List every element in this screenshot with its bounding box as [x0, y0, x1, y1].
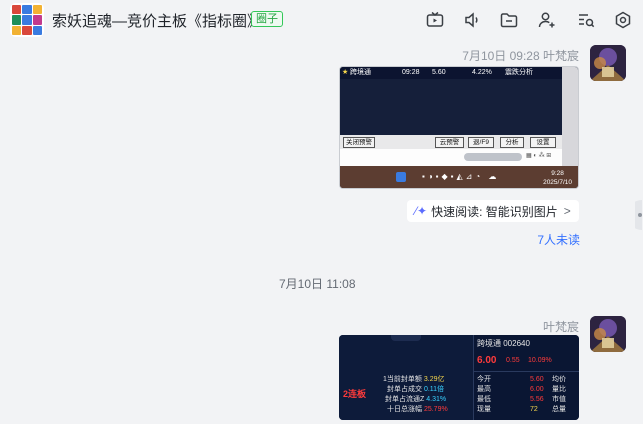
quote-right-label: 均价: [552, 376, 566, 383]
stock-title: 跨境通 002640: [477, 339, 530, 348]
quote-value: 5.56: [530, 396, 544, 403]
screenshot-blank-area: ▦ ◐ ⁂ ⊞: [340, 149, 564, 166]
speaker-icon[interactable]: [460, 8, 484, 32]
quote-label: 现量: [477, 406, 491, 413]
search-list-icon[interactable]: [574, 8, 598, 32]
cloud-alert-button: 云预警: [435, 137, 464, 148]
live-tv-icon[interactable]: [423, 8, 447, 32]
stock-name: 跨境通: [350, 69, 371, 76]
quote-value: 6.00: [530, 386, 544, 393]
close-alert-button: 关闭预警: [343, 137, 375, 148]
group-avatar[interactable]: [10, 3, 44, 37]
stock-change-pct: 10.09%: [528, 357, 552, 364]
quick-read-label: 快速阅读: 智能识别图片: [431, 204, 558, 219]
alert-button-bar: 关闭预警 云预警 退/F9 分析 设置: [340, 135, 564, 149]
folder-icon[interactable]: [497, 8, 521, 32]
stat-row: 封单占成交 0.11倍: [387, 386, 445, 393]
circle-tag: 圈子: [251, 11, 283, 27]
screenshot-top-row: ★ 跨境通 09:28 5.60 4.22% 震跌分析: [340, 67, 578, 79]
stat-row: 1当前封单额 3.29亿: [383, 376, 445, 383]
quote-value: 5.60: [530, 376, 544, 383]
quote-right-label: 量比: [552, 386, 566, 393]
sender-avatar[interactable]: [590, 45, 626, 81]
chat-title[interactable]: 索妖追魂—竞价主板《指标圈》: [52, 10, 262, 31]
stock-quote-panel: 跨境通 002640 6.00 0.55 10.09% 今开 5.60 均价 最…: [473, 335, 579, 420]
screenshot-side-panel: [562, 67, 578, 166]
alert-icon: ★: [342, 69, 349, 76]
quote-label: 最高: [477, 386, 491, 393]
quote-label: 今开: [477, 376, 491, 383]
screenshot-taskbar: ▪◑▪◆▪◭⊿◔ ☁ 9:28 2025/7/10: [340, 166, 578, 188]
quote-right-label: 市值: [552, 396, 566, 403]
analyze-button: 分析: [500, 137, 524, 148]
quote-label: 最低: [477, 396, 491, 403]
limit-up-stats-panel: 2连板 1当前封单额 3.29亿 封单占成交 0.11倍 封单占流通Z 4.31…: [339, 335, 473, 420]
screenshot-image-2[interactable]: 2连板 1当前封单额 3.29亿 封单占成交 0.11倍 封单占流通Z 4.31…: [339, 335, 579, 420]
alert-time: 09:28: [402, 69, 420, 76]
panel-tab: [391, 335, 421, 341]
quote-right-label: 总量: [552, 406, 566, 413]
stock-change: 0.55: [506, 357, 520, 364]
divider-timestamp: 7月10日 11:08: [279, 277, 356, 291]
alert-price: 5.60: [432, 69, 446, 76]
screenshot-image-1[interactable]: ★ 跨境通 09:28 5.60 4.22% 震跌分析 关闭预警 云预警 退/F…: [339, 66, 579, 189]
quote-value: 72: [530, 406, 538, 413]
magic-wand-icon: ⁄✦: [415, 204, 428, 218]
chat-header: 索妖追魂—竞价主板《指标圈》 圈子: [0, 0, 643, 40]
exit-button: 退/F9: [468, 137, 494, 148]
alert-settings-button: 设置: [530, 137, 556, 148]
quick-read-button[interactable]: ⁄✦ 快速阅读: 智能识别图片 >: [407, 200, 579, 222]
message-timestamp-sender: 7月10日 09:28 叶梵宸: [462, 49, 579, 63]
settings-icon[interactable]: [611, 8, 635, 32]
alert-type: 震跌分析: [505, 69, 533, 76]
stat-row: 封单占流通Z 4.31%: [385, 396, 447, 403]
unread-count-link[interactable]: 7人未读: [537, 231, 580, 248]
stat-row: 十日总涨幅 25.79%: [387, 406, 448, 413]
alert-change: 4.22%: [472, 69, 492, 76]
board-label: 2连板: [343, 389, 367, 399]
sender-name: 叶梵宸: [542, 320, 579, 334]
screenshot-clock: 9:28 2025/7/10: [543, 170, 572, 186]
stock-price: 6.00: [477, 355, 497, 366]
add-member-icon[interactable]: [535, 8, 559, 32]
chevron-right-icon: >: [563, 204, 571, 218]
scroll-handle[interactable]: [627, 200, 643, 230]
sender-avatar[interactable]: [590, 316, 626, 352]
